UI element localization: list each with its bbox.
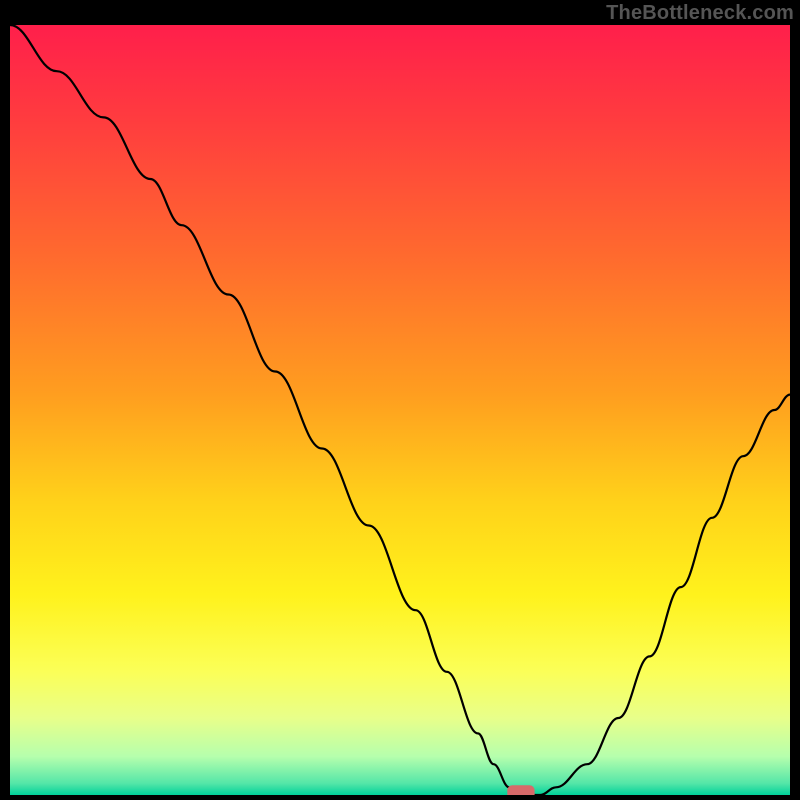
chart-svg: [10, 25, 790, 795]
watermark-text: TheBottleneck.com: [606, 2, 794, 25]
optimal-marker: [507, 785, 534, 795]
chart-frame: TheBottleneck.com: [0, 0, 800, 800]
background-gradient-rect: [10, 25, 790, 795]
